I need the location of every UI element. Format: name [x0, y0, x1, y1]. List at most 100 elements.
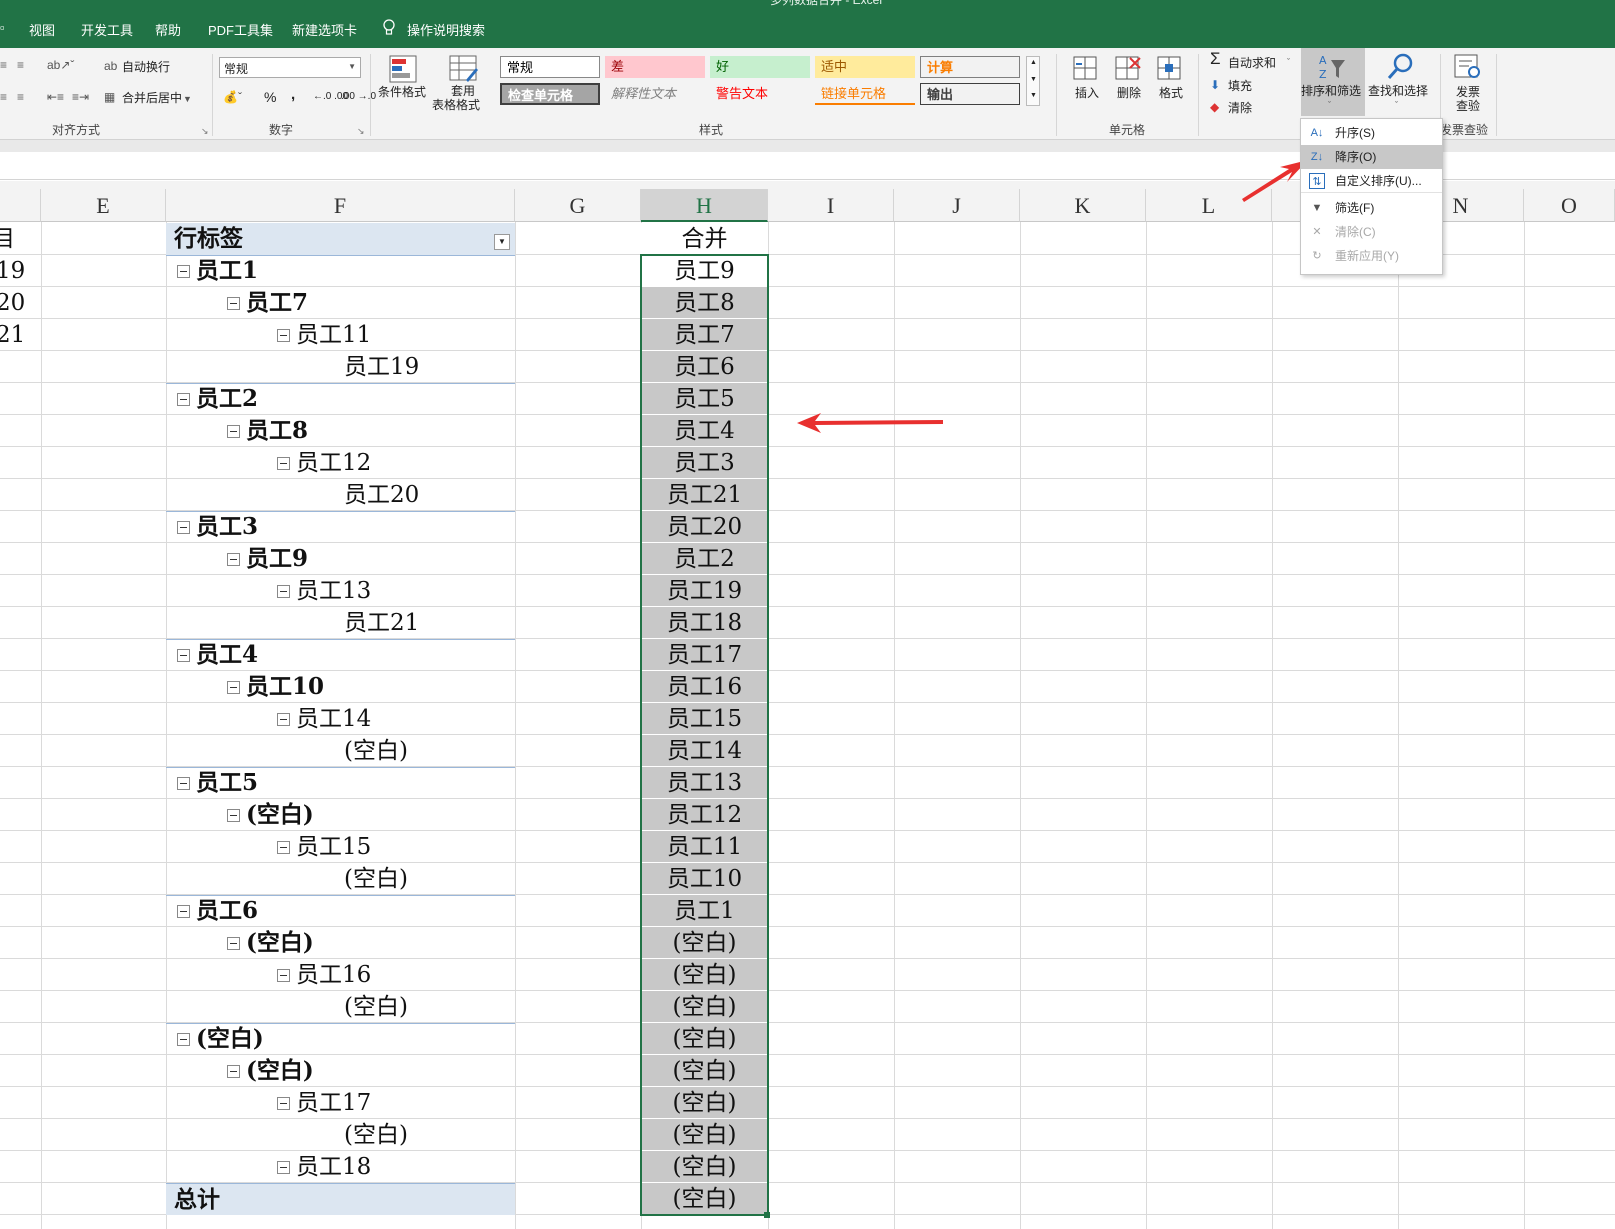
collapse-icon[interactable] — [277, 841, 290, 854]
pivot-row[interactable]: (空白) — [166, 991, 515, 1023]
column-header-i[interactable]: I — [768, 189, 894, 222]
merged-cell[interactable]: 员工18 — [641, 607, 768, 639]
pivot-row[interactable]: 员工9 — [166, 543, 515, 575]
menu-item-custom-sort[interactable]: ⇅ 自定义排序(U)... — [1301, 169, 1442, 193]
menu-item-reapply[interactable]: ↻ 重新应用(Y) — [1301, 244, 1442, 268]
pivot-row[interactable]: 员工16 — [166, 959, 515, 991]
collapse-icon[interactable] — [277, 457, 290, 470]
merged-cell[interactable]: 员工19 — [641, 575, 768, 607]
column-header-h[interactable]: H — [641, 189, 768, 222]
merged-cell[interactable]: 员工20 — [641, 511, 768, 543]
collapse-icon[interactable] — [177, 649, 190, 662]
merged-cell[interactable]: (空白) — [641, 1023, 768, 1055]
justify-icon[interactable]: ≡ — [17, 90, 24, 104]
pivot-row[interactable]: (空白) — [166, 927, 515, 959]
insert-cells-button[interactable]: 插入 — [1075, 86, 1099, 100]
pivot-row[interactable]: 员工3 — [166, 511, 515, 543]
clear-button[interactable]: 清除 — [1228, 101, 1252, 115]
merged-cell[interactable]: 员工3 — [641, 447, 768, 479]
decrease-indent-icon[interactable]: ⇤≡ — [47, 90, 64, 104]
orientation-icon[interactable]: ab↗ˇ — [47, 58, 74, 72]
style-bad[interactable]: 差 — [605, 56, 705, 78]
number-format-select[interactable]: 常规 ▼ — [219, 57, 361, 78]
pivot-row[interactable]: 员工18 — [166, 1151, 515, 1183]
merged-cell[interactable]: 员工2 — [641, 543, 768, 575]
collapse-icon[interactable] — [177, 777, 190, 790]
pivot-row[interactable]: (空白) — [166, 799, 515, 831]
increase-indent-icon[interactable]: ≡⇥ — [72, 90, 89, 104]
cell-d2[interactable]: 19 — [0, 255, 25, 287]
collapse-icon[interactable] — [277, 1161, 290, 1174]
delete-cells-button[interactable]: 删除 — [1117, 86, 1141, 100]
tell-me-search[interactable]: 操作说明搜索 — [407, 20, 485, 39]
accounting-format-icon[interactable]: 💰ˇ — [223, 90, 242, 104]
menu-item-sort-descending[interactable]: Z↓ 降序(O) — [1301, 145, 1442, 169]
pivot-row[interactable]: (空白) — [166, 735, 515, 767]
pivot-row[interactable]: 员工11 — [166, 319, 515, 351]
collapse-icon[interactable] — [227, 1065, 240, 1078]
merged-cell[interactable]: (空白) — [641, 1151, 768, 1183]
pivot-row[interactable]: (空白) — [166, 1023, 515, 1055]
pivot-total-row[interactable]: 总计 — [166, 1183, 515, 1215]
merged-cell[interactable]: 员工14 — [641, 735, 768, 767]
merged-cell[interactable]: (空白) — [641, 1183, 768, 1215]
cell-d1[interactable]: 目 — [0, 223, 15, 255]
collapse-icon[interactable] — [277, 329, 290, 342]
pivot-row[interactable]: (空白) — [166, 1055, 515, 1087]
merged-cell[interactable]: 员工10 — [641, 863, 768, 895]
pivot-row[interactable]: 员工17 — [166, 1087, 515, 1119]
merged-cell[interactable]: 员工16 — [641, 671, 768, 703]
merged-cell[interactable]: 员工6 — [641, 351, 768, 383]
merged-cell[interactable]: (空白) — [641, 959, 768, 991]
table-format-label-1[interactable]: 套用 — [451, 84, 475, 98]
collapse-icon[interactable] — [277, 1097, 290, 1110]
collapse-icon[interactable] — [177, 393, 190, 406]
collapse-icon[interactable] — [277, 969, 290, 982]
tab-pdf-tools[interactable]: PDF工具集 — [208, 20, 273, 39]
merged-cell[interactable]: 员工8 — [641, 287, 768, 319]
chevron-down-icon[interactable]: ▼ — [183, 92, 192, 106]
align-right-icon[interactable]: ≡ — [0, 90, 7, 104]
style-calculation[interactable]: 计算 — [920, 56, 1020, 78]
column-header-k[interactable]: K — [1020, 189, 1146, 222]
pivot-row[interactable]: (空白) — [166, 1119, 515, 1151]
column-header-f[interactable]: F — [166, 189, 515, 222]
collapse-icon[interactable] — [177, 1033, 190, 1046]
comma-button[interactable]: , — [291, 87, 295, 102]
merged-cell[interactable]: (空白) — [641, 1119, 768, 1151]
pivot-header[interactable]: 行标签 ▼ — [166, 223, 515, 255]
menu-item-filter[interactable]: ▼ 筛选(F) — [1301, 196, 1442, 220]
pivot-row[interactable]: 员工19 — [166, 351, 515, 383]
merged-header[interactable]: 合并 — [641, 223, 768, 255]
column-header-e[interactable]: E — [41, 189, 166, 222]
column-header-d[interactable] — [0, 189, 41, 222]
merged-cell[interactable]: 员工21 — [641, 479, 768, 511]
menu-item-sort-ascending[interactable]: A↓ 升序(S) — [1301, 121, 1442, 145]
collapse-icon[interactable] — [227, 937, 240, 950]
find-select-button[interactable]: 查找和选择 — [1368, 84, 1428, 98]
tab-help[interactable]: 帮助 — [155, 20, 181, 39]
pivot-row[interactable]: (空白) — [166, 863, 515, 895]
merged-cell[interactable]: 员工9 — [641, 255, 768, 287]
merged-cell[interactable]: 员工11 — [641, 831, 768, 863]
worksheet-grid[interactable]: E F G H I J K L N O 目 19 20 21 行标签 ▼ 员工1… — [0, 181, 1615, 1229]
pivot-row[interactable]: 员工12 — [166, 447, 515, 479]
pivot-row[interactable]: 员工1 — [166, 255, 515, 287]
style-good[interactable]: 好 — [710, 56, 810, 78]
pivot-row[interactable]: 员工6 — [166, 895, 515, 927]
fill-handle[interactable] — [764, 1212, 770, 1218]
collapse-icon[interactable] — [227, 553, 240, 566]
collapse-icon[interactable] — [277, 713, 290, 726]
dialog-launcher-icon[interactable]: ↘ — [201, 124, 209, 138]
pivot-row[interactable]: 员工4 — [166, 639, 515, 671]
style-output[interactable]: 输出 — [920, 83, 1020, 105]
autosum-button[interactable]: 自动求和 — [1228, 56, 1276, 70]
merged-cell[interactable]: (空白) — [641, 927, 768, 959]
pivot-row[interactable]: 员工2 — [166, 383, 515, 415]
merged-cell[interactable]: (空白) — [641, 991, 768, 1023]
collapse-icon[interactable] — [227, 297, 240, 310]
pivot-row[interactable]: 员工21 — [166, 607, 515, 639]
chevron-down-icon[interactable]: ˇ — [1395, 98, 1398, 112]
tab-new-tab[interactable]: 新建选项卡 — [292, 20, 357, 39]
merged-cell[interactable]: 员工5 — [641, 383, 768, 415]
